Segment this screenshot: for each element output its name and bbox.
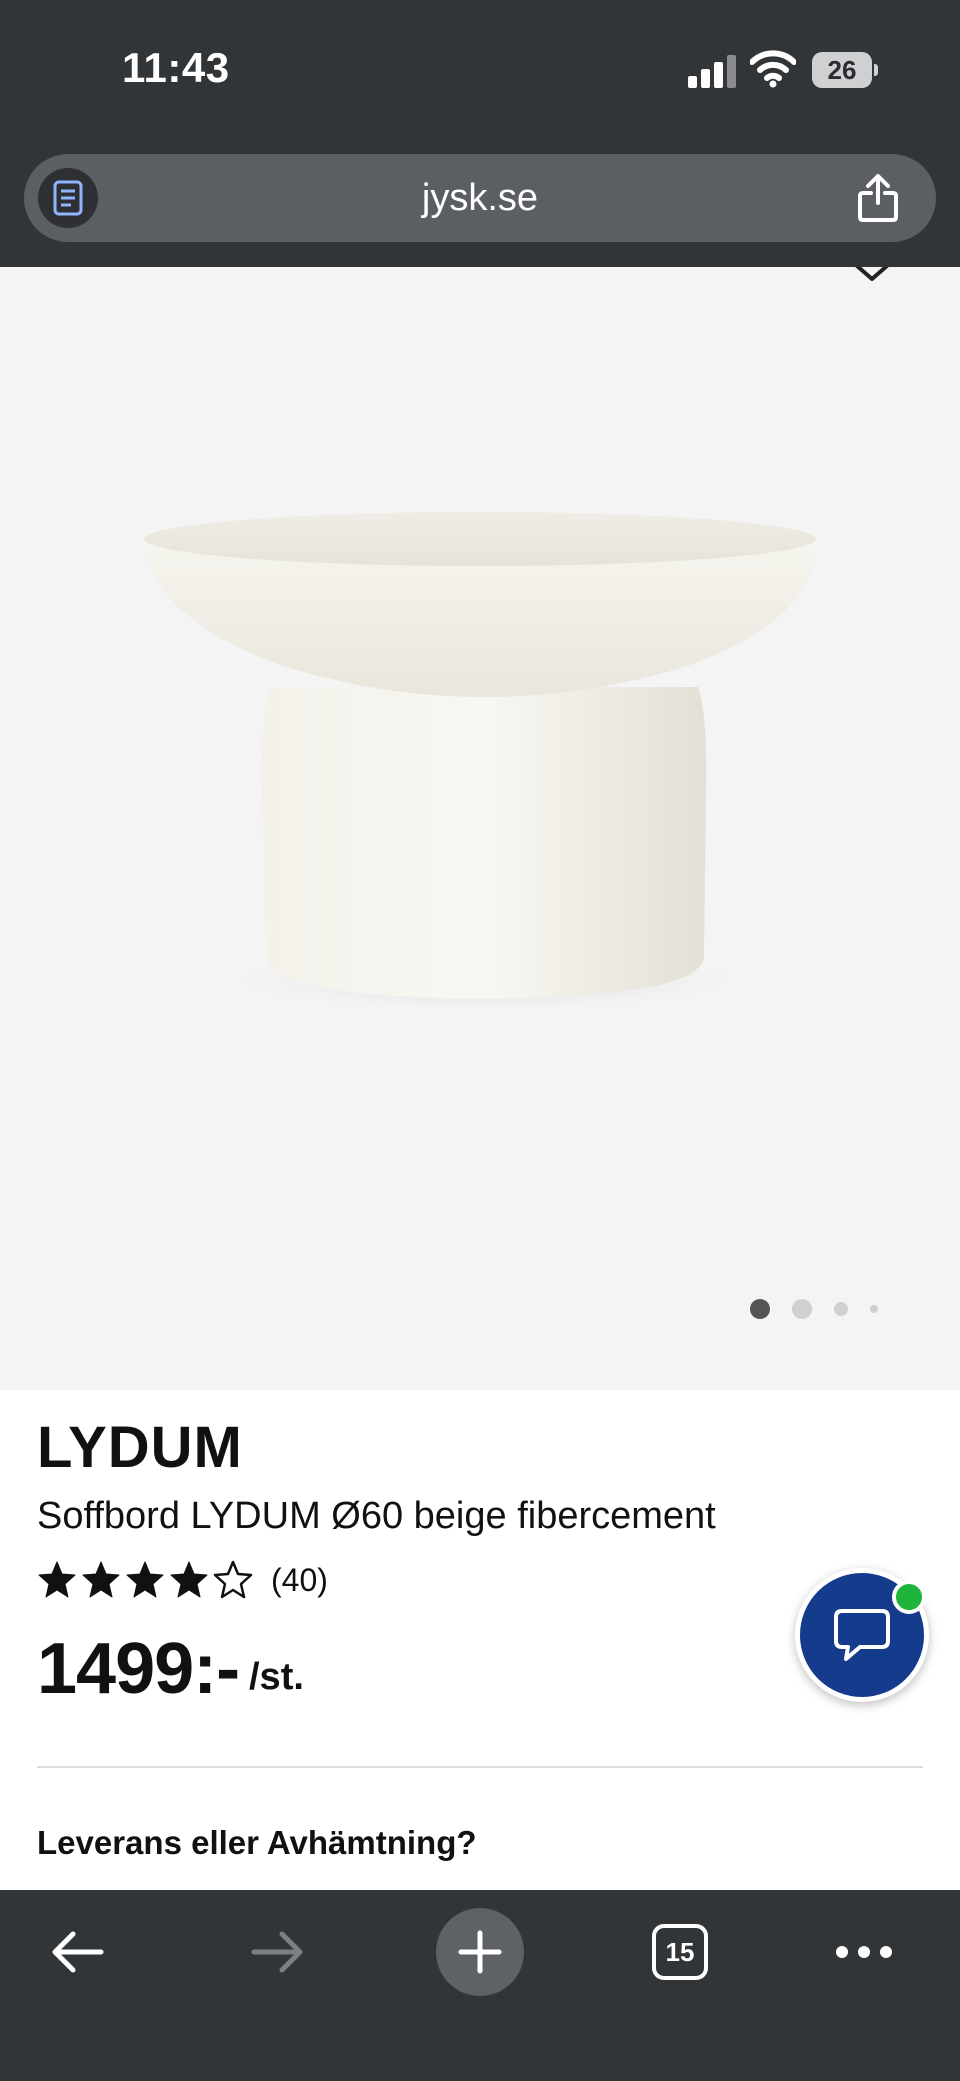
chat-bubble-icon xyxy=(834,1609,890,1661)
new-tab-button[interactable] xyxy=(436,1908,524,1996)
star-filled-icon xyxy=(38,1561,76,1598)
product-brand: LYDUM xyxy=(37,1415,243,1480)
delivery-section-title[interactable]: Leverans eller Avhämtning? xyxy=(37,1824,477,1862)
review-count[interactable]: (40) xyxy=(271,1562,328,1599)
tab-count: 15 xyxy=(665,1936,695,1967)
battery-level: 26 xyxy=(827,55,857,85)
rating-stars xyxy=(37,1560,257,1600)
more-icon xyxy=(836,1946,892,1958)
forward-button[interactable] xyxy=(234,1908,322,1996)
cellular-signal-icon xyxy=(688,54,736,88)
product-price: 1499:- xyxy=(37,1629,240,1709)
product-rating[interactable]: (40) xyxy=(37,1558,328,1602)
image-pagination[interactable] xyxy=(750,1297,900,1321)
share-button[interactable] xyxy=(850,170,906,226)
pagination-dot[interactable] xyxy=(870,1305,878,1313)
product-image xyxy=(144,512,817,1015)
product-image-gallery[interactable] xyxy=(0,267,960,1390)
address-url[interactable]: jysk.se xyxy=(24,154,936,242)
star-filled-icon xyxy=(82,1561,120,1598)
browser-bottom-toolbar: 15 xyxy=(0,1890,960,2081)
share-icon xyxy=(858,174,898,222)
pagination-dot[interactable] xyxy=(834,1302,848,1316)
browser-top-chrome: 11:43 26 jysk.se xyxy=(0,0,960,267)
status-time: 11:43 xyxy=(122,44,230,91)
price-unit: /st. xyxy=(249,1656,304,1698)
tabs-button[interactable]: 15 xyxy=(636,1908,724,1996)
pagination-dot[interactable] xyxy=(792,1299,812,1319)
chevron-down-icon[interactable] xyxy=(852,267,892,287)
plus-icon xyxy=(458,1930,502,1974)
battery-icon: 26 xyxy=(812,52,878,88)
star-filled-icon xyxy=(126,1561,164,1598)
star-filled-icon xyxy=(170,1561,208,1598)
wifi-icon xyxy=(750,50,796,88)
chat-online-indicator xyxy=(892,1580,926,1614)
pagination-dot-active[interactable] xyxy=(750,1299,770,1319)
forward-arrow-icon xyxy=(251,1931,303,1973)
address-bar[interactable]: jysk.se xyxy=(24,154,936,242)
back-button[interactable] xyxy=(33,1908,121,1996)
star-empty-icon xyxy=(213,1560,253,1599)
section-divider xyxy=(37,1766,923,1768)
back-arrow-icon xyxy=(52,1931,104,1973)
more-button[interactable] xyxy=(820,1908,908,1996)
tabs-icon: 15 xyxy=(652,1924,708,1980)
product-subtitle: Soffbord LYDUM Ø60 beige fibercement xyxy=(37,1495,716,1537)
